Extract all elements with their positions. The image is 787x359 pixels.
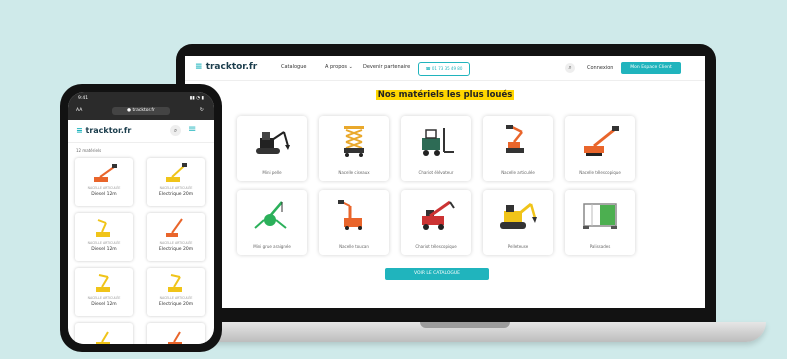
logo-mark: ≡ <box>195 62 203 72</box>
mobile-product-card[interactable]: NACELLE ARTICULÉE Diesel 12m <box>75 213 133 261</box>
reload-icon[interactable]: ↻ <box>200 107 204 113</box>
card-name: Electrique 20m <box>158 302 194 307</box>
phone-number[interactable]: ☎ 01 73 35 49 80 <box>418 62 470 76</box>
boom-lift-icon <box>96 331 110 344</box>
nav-apropos[interactable]: A propos ⌄ <box>325 64 353 70</box>
mobile-product-card[interactable]: NACELLE ARTICULÉE Diesel 12m <box>75 158 133 206</box>
excavator-icon <box>500 202 537 229</box>
card-name: Electrique 20m <box>158 247 194 252</box>
results-count: 12 matériels <box>76 148 102 153</box>
mobile-header: ≡ tracktor.fr ⌕ ≡ <box>68 120 214 143</box>
card-label: Pelleteuse <box>507 244 529 249</box>
spider-crane-icon <box>254 201 287 229</box>
product-card-palissades[interactable]: Palissades <box>565 190 635 255</box>
address-bar[interactable]: ● tracktor.fr <box>112 107 170 115</box>
laptop-notch <box>420 322 510 328</box>
card-category: NACELLE ARTICULÉE <box>159 296 193 300</box>
card-label: Chariot élévateur <box>418 170 454 175</box>
toucan-lift-icon <box>338 200 362 230</box>
mini-excavator-icon <box>256 131 290 154</box>
product-card-mini-grue-araignee[interactable]: Mini grue araignée <box>237 190 307 255</box>
boom-lift-icon <box>166 163 187 182</box>
card-label: Nacelle ciseaux <box>338 170 370 175</box>
logo-text: tracktor.fr <box>205 62 258 72</box>
card-name: Electrique 20m <box>158 192 194 197</box>
voir-le-catalogue-button[interactable]: VOIR LE CATALOGUE <box>385 268 489 280</box>
product-card-nacelle-articulee[interactable]: Nacelle articulée <box>483 116 553 181</box>
nav-devenir-partenaire[interactable]: Devenir partenaire <box>363 64 410 70</box>
logo-mark: ≡ <box>76 126 83 135</box>
forklift-icon <box>422 128 454 156</box>
desktop-website: ≡ tracktor.fr Catalogue A propos ⌄ Deven… <box>185 56 705 308</box>
site-logo[interactable]: ≡ tracktor.fr <box>195 62 257 72</box>
card-name: Diesel 12m <box>91 302 117 307</box>
mobile-product-card[interactable]: NACELLE ARTICULÉE Diesel 12m <box>75 268 133 316</box>
telehandler-icon <box>422 200 455 230</box>
card-label: Nacelle toucan <box>339 244 369 249</box>
product-card-nacelle-telescopique[interactable]: Nacelle télescopique <box>565 116 635 181</box>
top-nav: ≡ tracktor.fr Catalogue A propos ⌄ Deven… <box>185 56 705 81</box>
section-title: Nos matériels les plus loués <box>375 90 515 100</box>
product-card-nacelle-ciseaux[interactable]: Nacelle ciseaux <box>319 116 389 181</box>
card-label: Chariot télescopique <box>415 244 457 249</box>
product-card-nacelle-toucan[interactable]: Nacelle toucan <box>319 190 389 255</box>
signal-battery-icon: ▮▮ ◔ ▮ <box>189 96 204 101</box>
nav-catalogue[interactable]: Catalogue <box>281 64 306 70</box>
mobile-product-card[interactable] <box>75 323 133 344</box>
boom-lift-icon <box>94 164 117 182</box>
card-category: NACELLE ARTICULÉE <box>87 296 121 300</box>
fence-panel-icon <box>583 203 617 229</box>
hamburger-menu-icon[interactable]: ≡ <box>188 125 196 135</box>
card-category: NACELLE ARTICULÉE <box>159 186 193 190</box>
card-label: Palissades <box>589 244 611 249</box>
search-icon[interactable]: ⌕ <box>170 125 181 136</box>
mobile-website: 9:41 ▮▮ ◔ ▮ AA ● tracktor.fr ↻ ≡ trackto… <box>68 92 214 344</box>
text-size-button[interactable]: AA <box>76 108 82 113</box>
mobile-product-card[interactable]: NACELLE ARTICULÉE Electrique 20m <box>147 213 205 261</box>
card-category: NACELLE ARTICULÉE <box>87 186 121 190</box>
card-category: NACELLE ARTICULÉE <box>87 241 121 245</box>
status-time: 9:41 <box>78 96 89 101</box>
mobile-product-card[interactable] <box>147 323 205 344</box>
search-icon[interactable]: ⌕ <box>565 63 575 73</box>
boom-lift-icon <box>168 331 182 344</box>
product-card-chariot-elevateur[interactable]: Chariot élévateur <box>401 116 471 181</box>
scissor-lift-icon <box>344 126 364 157</box>
boom-lift-icon <box>96 274 110 292</box>
mobile-status-bar: 9:41 ▮▮ ◔ ▮ AA ● tracktor.fr ↻ <box>68 92 214 120</box>
telescopic-boom-lift-icon <box>584 126 619 156</box>
boom-lift-icon <box>166 218 183 237</box>
card-name: Diesel 12m <box>91 192 117 197</box>
card-label: Nacelle articulée <box>501 170 535 175</box>
product-card-chariot-telescopique[interactable]: Chariot télescopique <box>401 190 471 255</box>
card-label: Nacelle télescopique <box>579 170 621 175</box>
card-category: NACELLE ARTICULÉE <box>159 241 193 245</box>
card-label: Mini grue araignée <box>253 244 291 249</box>
mobile-product-card[interactable]: NACELLE ARTICULÉE Electrique 20m <box>147 158 205 206</box>
card-label: Mini pelle <box>262 170 282 175</box>
card-name: Diesel 12m <box>91 247 117 252</box>
product-card-mini-pelle[interactable]: Mini pelle <box>237 116 307 181</box>
articulated-boom-lift-icon <box>506 125 524 153</box>
mobile-site-logo[interactable]: ≡ tracktor.fr <box>76 126 131 135</box>
boom-lift-icon <box>168 274 182 292</box>
mobile-product-card[interactable]: NACELLE ARTICULÉE Electrique 20m <box>147 268 205 316</box>
logo-text: tracktor.fr <box>85 126 132 135</box>
boom-lift-icon <box>96 219 110 237</box>
connexion-link[interactable]: Connexion <box>587 65 613 71</box>
mon-espace-client-button[interactable]: Mon Espace Client <box>621 62 681 74</box>
product-card-pelleteuse[interactable]: Pelleteuse <box>483 190 553 255</box>
